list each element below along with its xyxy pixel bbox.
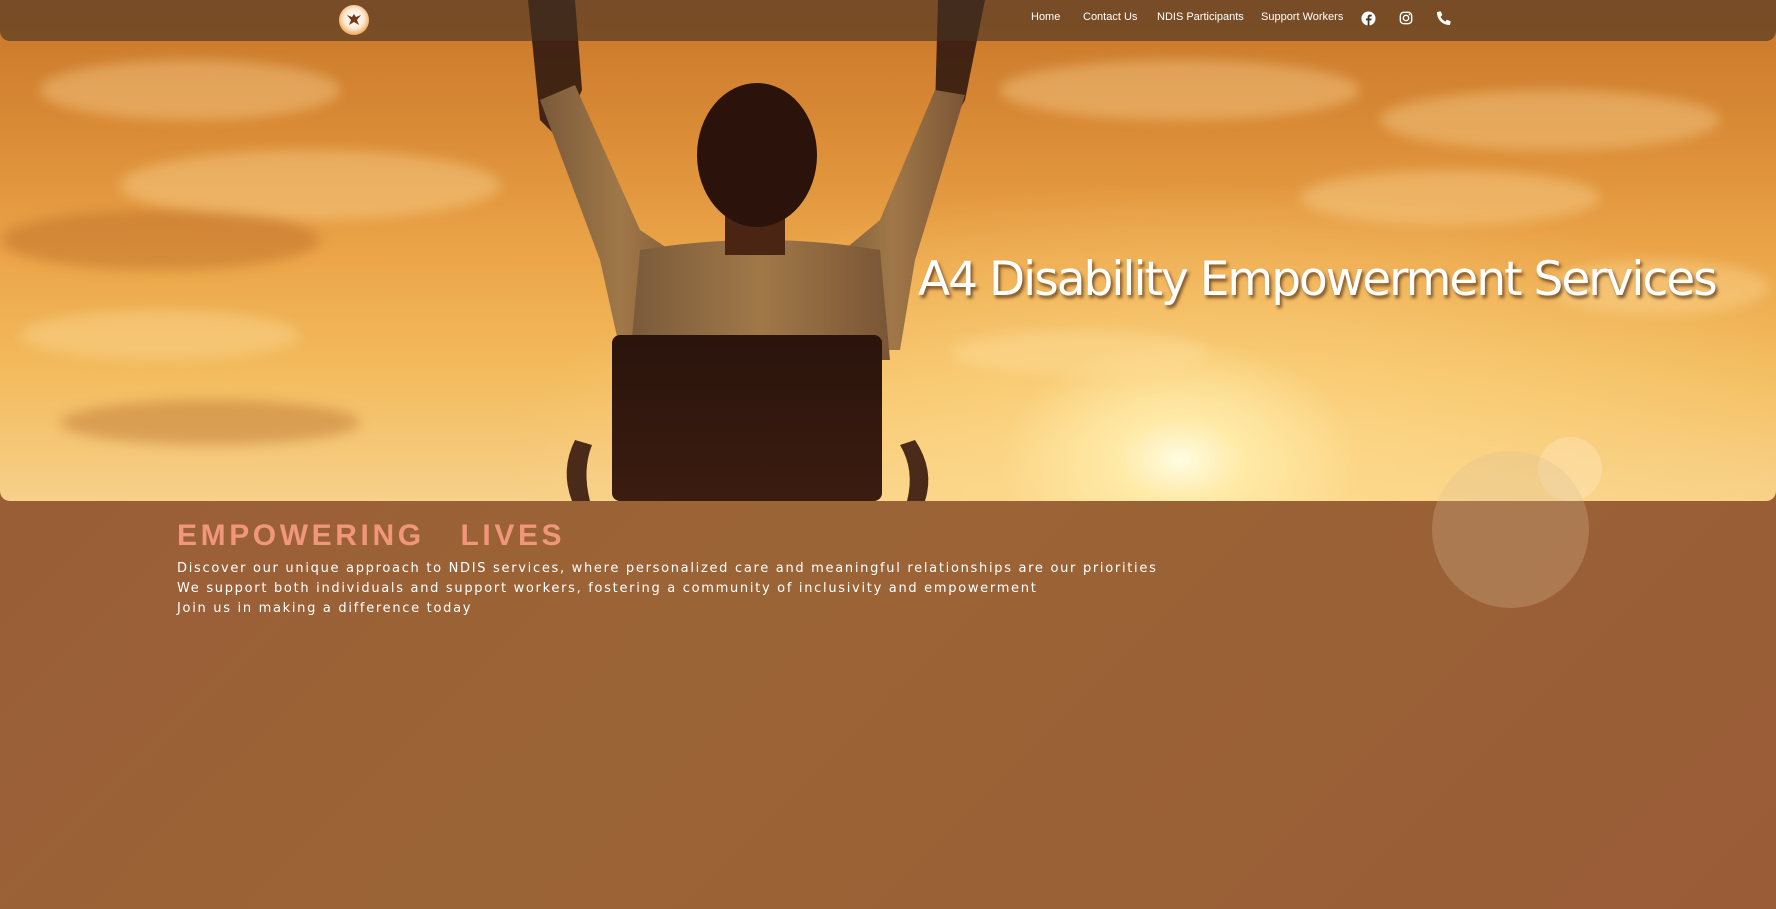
intro-line: We support both individuals and support … xyxy=(177,581,1038,596)
instagram-glyph xyxy=(1399,11,1413,25)
hero-title: A4 Disability Empowerment Services xyxy=(918,252,1718,307)
person-in-wheelchair-silhouette xyxy=(528,0,985,501)
nav-link-ndis-participants[interactable]: NDIS Participants xyxy=(1157,11,1244,23)
facebook-glyph xyxy=(1360,10,1376,26)
top-navbar: Home Contact Us NDIS Participants Suppor… xyxy=(0,0,1776,41)
decorative-circle xyxy=(1432,451,1589,608)
instagram-icon[interactable] xyxy=(1398,10,1414,26)
intro-line: Join us in making a difference today xyxy=(177,601,473,616)
phone-icon[interactable] xyxy=(1436,10,1452,26)
nav-link-home[interactable]: Home xyxy=(1031,11,1060,23)
eagle-icon xyxy=(347,14,361,25)
section-heading: EMPOWERING LIVES xyxy=(177,519,566,552)
facebook-icon[interactable] xyxy=(1360,10,1376,26)
intro-line: Discover our unique approach to NDIS ser… xyxy=(177,561,1158,576)
nav-link-contact-us[interactable]: Contact Us xyxy=(1083,11,1137,23)
nav-link-support-workers[interactable]: Support Workers xyxy=(1261,11,1343,23)
eagle-logo-icon[interactable] xyxy=(339,5,369,35)
hero-banner: A4 Disability Empowerment Services xyxy=(0,0,1776,501)
phone-glyph xyxy=(1437,11,1451,25)
